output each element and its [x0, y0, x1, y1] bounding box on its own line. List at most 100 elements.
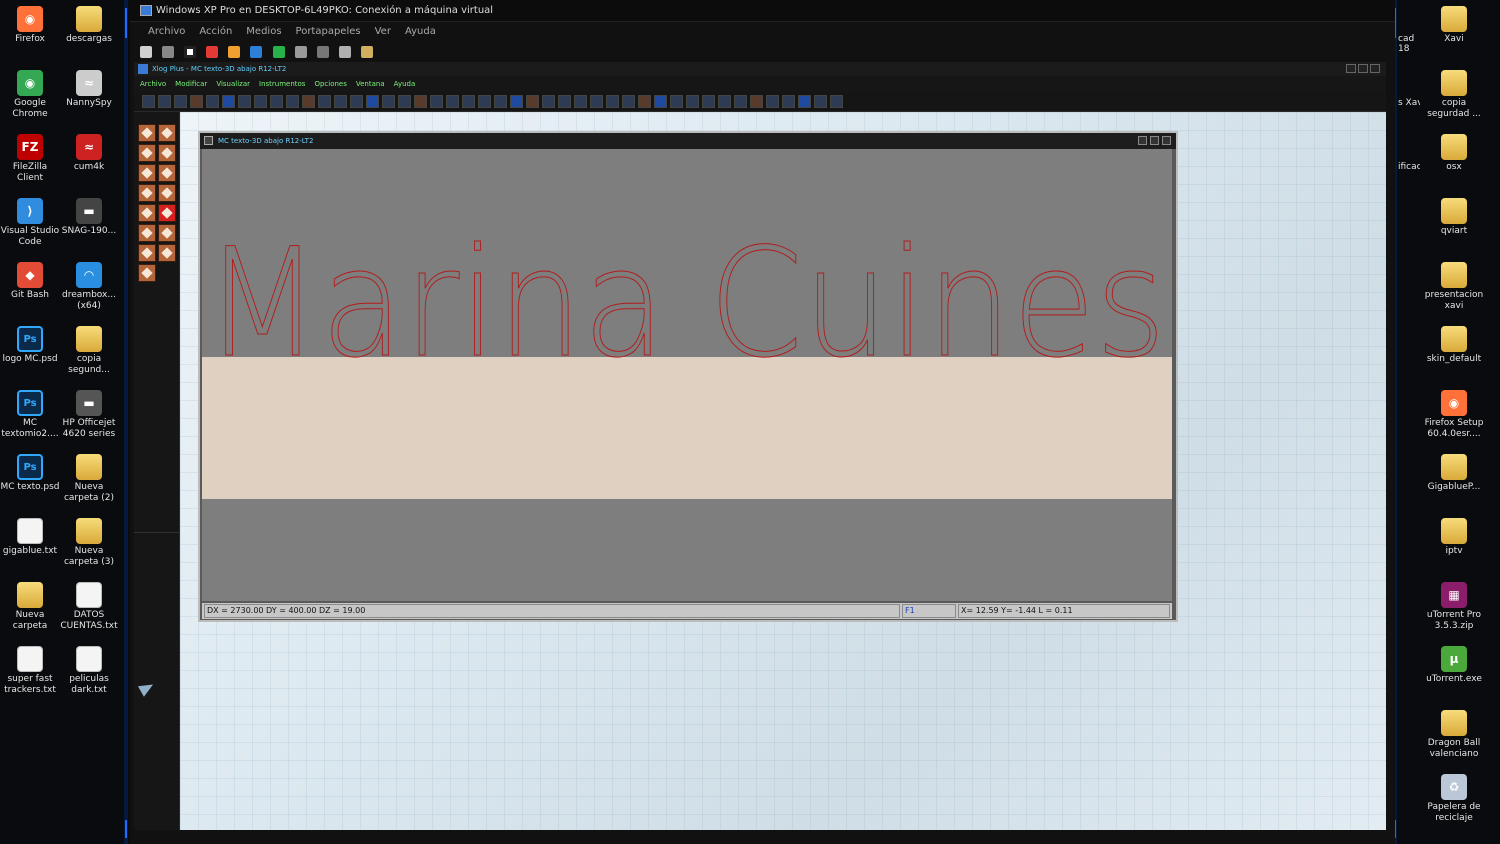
toolbar-button-icon[interactable] [206, 95, 219, 108]
desktop-icon[interactable]: µ uTorrent.exe [1424, 642, 1484, 704]
desktop-icon[interactable]: DATOS CUENTAS.txt [59, 578, 119, 640]
palette-tool-icon[interactable] [158, 224, 176, 242]
toolbar-button-icon[interactable] [366, 95, 379, 108]
xlog-minimize-button[interactable] [1346, 64, 1356, 73]
xlog-menu-visualizar[interactable]: Visualizar [216, 80, 250, 88]
palette-tool-icon[interactable] [138, 184, 156, 202]
desktop-icon[interactable]: Ps logo MC.psd [0, 322, 60, 384]
desktop-icon[interactable]: copia segurdad ... [1424, 66, 1484, 128]
palette-tool-icon[interactable] [138, 164, 156, 182]
toolbar-button-icon[interactable] [558, 95, 571, 108]
toolbar-button-icon[interactable] [446, 95, 459, 108]
desktop-icon[interactable]: descargas [59, 2, 119, 64]
guest-screen[interactable]: Xlog Plus - MC texto-3D abajo R12-LT2 Ar… [134, 62, 1386, 830]
xlog-close-button[interactable] [1370, 64, 1380, 73]
toolbar-button-icon[interactable] [462, 95, 475, 108]
drawing-canvas[interactable]: Marina Cuines [202, 149, 1172, 601]
desktop-icon[interactable]: ⟩ Visual Studio Code [0, 194, 60, 256]
drawing-window[interactable]: MC texto-3D abajo R12-LT2 Marina Cuines … [198, 131, 1178, 622]
vm-menu-medios[interactable]: Medios [246, 26, 281, 37]
toolbar-button-icon[interactable] [382, 95, 395, 108]
palette-tool-icon[interactable] [138, 144, 156, 162]
vm-menu-portapapeles[interactable]: Portapapeles [296, 26, 361, 37]
toolbar-button-icon[interactable] [350, 95, 363, 108]
desktop-icon[interactable]: FZ FileZilla Client [0, 130, 60, 192]
desktop-icon[interactable]: Xavi [1424, 2, 1484, 64]
desktop-icon[interactable]: osx [1424, 130, 1484, 192]
vm-menu-ver[interactable]: Ver [375, 26, 391, 37]
desktop-icon[interactable]: ◉ Firefox [0, 2, 60, 64]
desktop-icon[interactable]: Ps MC textomio2.... [0, 386, 60, 448]
toolbar-button-icon[interactable] [638, 95, 651, 108]
desktop-icon[interactable]: presentacion xavi [1424, 258, 1484, 320]
vm-menu-ayuda[interactable]: Ayuda [405, 26, 436, 37]
toolbar-button-icon[interactable] [158, 95, 171, 108]
palette-tool-icon[interactable] [158, 184, 176, 202]
vm-title-bar[interactable]: Windows XP Pro en DESKTOP-6L49PKO: Conex… [130, 0, 1395, 22]
palette-tool-icon[interactable] [138, 264, 156, 282]
desktop-icon[interactable]: ▦ uTorrent Pro 3.5.3.zip [1424, 578, 1484, 640]
turn-off-icon[interactable] [184, 46, 197, 58]
palette-tool-icon[interactable] [158, 124, 176, 142]
desktop-icon[interactable]: copia segund... [59, 322, 119, 384]
palette-tool-icon[interactable] [158, 144, 176, 162]
toolbar-button-icon[interactable] [286, 95, 299, 108]
toolbar-button-icon[interactable] [190, 95, 203, 108]
desktop-icon[interactable]: gigablue.txt [0, 514, 60, 576]
desktop-icon[interactable]: ▬ HP Officejet 4620 series [59, 386, 119, 448]
toolbar-button-icon[interactable] [494, 95, 507, 108]
xlog-restore-button[interactable] [1358, 64, 1368, 73]
desktop-icon[interactable]: skin_default [1424, 322, 1484, 384]
desktop-icon[interactable]: GigablueP... [1424, 450, 1484, 512]
toolbar-button-icon[interactable] [318, 95, 331, 108]
desktop-icon[interactable]: Nueva carpeta (3) [59, 514, 119, 576]
toolbar-button-icon[interactable] [718, 95, 731, 108]
drawing-minimize-button[interactable] [1138, 136, 1147, 145]
xlog-menu-ventana[interactable]: Ventana [356, 80, 385, 88]
desktop-icon[interactable]: ◠ dreambox... (x64) [59, 258, 119, 320]
save-state-icon[interactable] [228, 46, 241, 58]
toolbar-button-icon[interactable] [574, 95, 587, 108]
palette-tool-icon[interactable] [158, 244, 176, 262]
toolbar-button-icon[interactable] [334, 95, 347, 108]
toolbar-button-icon[interactable] [782, 95, 795, 108]
desktop-icon[interactable]: ▬ SNAG-190... [59, 194, 119, 256]
revert-icon[interactable] [316, 46, 329, 58]
desktop-icon[interactable]: ◉ Google Chrome [0, 66, 60, 128]
toolbar-button-icon[interactable] [302, 95, 315, 108]
xlog-menu-archivo[interactable]: Archivo [140, 80, 166, 88]
drawing-maximize-button[interactable] [1150, 136, 1159, 145]
desktop-icon[interactable]: Nueva carpeta [0, 578, 60, 640]
toolbar-button-icon[interactable] [590, 95, 603, 108]
shutdown-icon[interactable] [206, 46, 219, 58]
toolbar-button-icon[interactable] [526, 95, 539, 108]
desktop-icon[interactable]: ♻ Papelera de reciclaje [1424, 770, 1484, 832]
toolbar-button-icon[interactable] [174, 95, 187, 108]
toolbar-button-icon[interactable] [542, 95, 555, 108]
xlog-menu-ayuda[interactable]: Ayuda [394, 80, 416, 88]
toolbar-button-icon[interactable] [238, 95, 251, 108]
vm-menu-accion[interactable]: Acción [199, 26, 232, 37]
desktop-icon[interactable]: super fast trackers.txt [0, 642, 60, 704]
desktop-icon[interactable]: ≈ cum4k [59, 130, 119, 192]
toolbar-button-icon[interactable] [414, 95, 427, 108]
toolbar-button-icon[interactable] [430, 95, 443, 108]
toolbar-button-icon[interactable] [830, 95, 843, 108]
palette-tool-icon[interactable] [158, 204, 176, 222]
resume-icon[interactable] [272, 46, 285, 58]
desktop-icon[interactable]: qviart [1424, 194, 1484, 256]
desktop-icon[interactable]: Ps MC texto.psd [0, 450, 60, 512]
toolbar-button-icon[interactable] [510, 95, 523, 108]
desktop-icon[interactable]: iptv [1424, 514, 1484, 576]
palette-tool-icon[interactable] [138, 244, 156, 262]
desktop-icon[interactable]: Nueva carpeta (2) [59, 450, 119, 512]
palette-tool-icon[interactable] [138, 224, 156, 242]
toolbar-button-icon[interactable] [254, 95, 267, 108]
palette-tool-icon[interactable] [138, 204, 156, 222]
toolbar-button-icon[interactable] [398, 95, 411, 108]
vm-connection-window[interactable]: Windows XP Pro en DESKTOP-6L49PKO: Conex… [130, 0, 1395, 844]
desktop-icon[interactable]: peliculas dark.txt [59, 642, 119, 704]
toolbar-button-icon[interactable] [670, 95, 683, 108]
toolbar-button-icon[interactable] [654, 95, 667, 108]
pause-icon[interactable] [250, 46, 263, 58]
